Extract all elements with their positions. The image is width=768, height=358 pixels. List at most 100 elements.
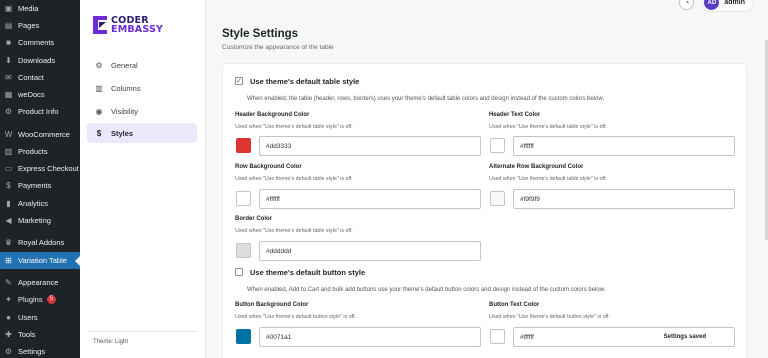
admin-menu-label: Comments [18, 38, 55, 47]
admin-menu-tools[interactable]: ✚ Tools [0, 326, 80, 343]
express-checkout-icon: ▭ [4, 163, 13, 173]
admin-menu-products[interactable]: ▥ Products [0, 143, 80, 160]
admin-menu-appearance[interactable]: ✎ Appearance [0, 274, 80, 291]
user-menu[interactable]: AD admin [702, 0, 754, 12]
admin-menu-label: Plugins [18, 295, 43, 304]
nav-item-label: Styles [111, 128, 134, 138]
admin-menu-label: Variation Table [18, 256, 67, 265]
admin-menu-label: Contact [18, 73, 44, 82]
border-color-swatch[interactable] [236, 243, 251, 258]
product-info-icon: ⚙ [4, 106, 13, 116]
admin-menu-variation-table[interactable]: ⊞ Variation Table [0, 252, 80, 269]
eye-icon: ◉ [95, 106, 103, 116]
page-title: Style Settings [222, 28, 299, 40]
button-bg-swatch[interactable] [236, 329, 251, 344]
main-content: ◔ AD admin Style Settings Customize the … [206, 0, 768, 358]
admin-menu-royal-addons[interactable]: ♛ Royal Addons [0, 234, 80, 251]
admin-menu-settings[interactable]: ⚙ Settings [0, 343, 80, 358]
nav-divider [87, 331, 197, 332]
admin-menu-wedocs[interactable]: ▦ weDocs [0, 86, 80, 103]
admin-menu-media[interactable]: ▣ Media [0, 0, 80, 17]
dollar-icon: $ [96, 128, 102, 138]
header-bg-label: Header Background Color [235, 112, 310, 118]
alt-row-bg-input[interactable]: #f9f9f9 [513, 189, 735, 209]
tools-icon: ✚ [5, 329, 12, 339]
table-style-description: When enabled, the table (header, rows, b… [247, 96, 605, 102]
admin-menu-label: weDocs [18, 90, 45, 99]
admin-menu-downloads[interactable]: ⬇ Downloads [0, 52, 80, 69]
admin-menu-plugins[interactable]: ✦ Plugins 5 [0, 291, 80, 308]
row-bg-swatch[interactable] [236, 191, 251, 206]
admin-menu-label: Media [18, 4, 39, 13]
admin-menu-product-info[interactable]: ⚙ Product Info [0, 103, 80, 120]
brand-line-2: EMBASSY [111, 24, 164, 35]
page-subtitle: Customize the appearance of the table [222, 44, 334, 51]
border-color-hint: Used when "Use theme's default table sty… [235, 228, 353, 234]
admin-sidebar: ▣ Media ▤ Pages ■ Comments ⬇ Downloads ✉ Contact ▦… [0, 0, 80, 358]
admin-menu-label: Products [18, 147, 48, 156]
nav-item-visibility[interactable]: ◉ Visibility [87, 101, 197, 121]
admin-menu-comments[interactable]: ■ Comments [0, 34, 80, 51]
admin-menu-marketing[interactable]: ◀ Marketing [0, 212, 80, 229]
table-style-label: Use theme's default table style [250, 77, 360, 86]
admin-menu-label: Marketing [18, 216, 51, 225]
wedocs-icon: ▦ [4, 89, 13, 99]
alt-row-bg-swatch[interactable] [490, 191, 505, 206]
contact-icon: ✉ [5, 72, 12, 82]
header-text-hint: Used when "Use theme's default table sty… [489, 124, 607, 130]
admin-menu-label: Appearance [18, 278, 59, 287]
admin-menu-payments[interactable]: $ Payments [0, 177, 80, 194]
nav-item-columns[interactable]: ▥ Columns [87, 78, 197, 98]
nav-item-general[interactable]: ⚙ General [87, 55, 197, 75]
comments-icon: ■ [6, 37, 11, 47]
plugin-nav-panel: CODER EMBASSY ⚙ General ▥ Columns ◉ Visibilit… [80, 0, 206, 358]
row-bg-label: Row Background Color [235, 164, 302, 170]
header-text-label: Header Text Color [489, 112, 541, 118]
button-bg-input[interactable]: #0071a1 [259, 327, 481, 347]
admin-menu-contact[interactable]: ✉ Contact [0, 69, 80, 86]
admin-menu-label: Tools [18, 330, 36, 339]
alt-row-bg-label: Alternate Row Background Color [489, 164, 584, 170]
downloads-icon: ⬇ [5, 55, 12, 65]
header-text-swatch[interactable] [490, 138, 505, 153]
button-style-description: When enabled, Add to Cart and bulk add b… [247, 287, 606, 293]
table-style-checkbox[interactable]: ✓ [235, 77, 243, 85]
header-bg-swatch[interactable] [236, 138, 251, 153]
admin-menu-label: Payments [18, 181, 52, 190]
button-text-swatch[interactable] [490, 329, 505, 344]
header-bg-input[interactable]: #dd3333 [259, 136, 481, 156]
button-text-input[interactable]: #ffffff Settings saved [513, 327, 735, 347]
avatar: AD [704, 0, 720, 10]
admin-menu-label: Royal Addons [18, 238, 65, 247]
payments-icon: $ [6, 180, 11, 190]
user-name: admin [724, 0, 745, 6]
admin-menu-label: Product Info [18, 107, 59, 116]
border-color-input[interactable]: #dddddd [259, 241, 481, 261]
button-style-checkbox[interactable] [235, 268, 243, 276]
scrollbar[interactable] [764, 0, 768, 358]
nav-item-styles[interactable]: $ Styles [87, 123, 197, 143]
row-bg-hint: Used when "Use theme's default table sty… [235, 176, 353, 182]
brand-logo-icon [93, 16, 107, 34]
nav-item-label: Columns [111, 83, 141, 93]
user-toolbar: ◔ AD admin [679, 0, 754, 12]
header-text-input[interactable]: #ffffff [513, 136, 735, 156]
button-bg-label: Button Background Color [235, 302, 309, 308]
alt-row-bg-hint: Used when "Use theme's default table sty… [489, 176, 607, 182]
admin-menu-label: Downloads [18, 56, 56, 65]
notification-icon[interactable]: ◔ [679, 0, 695, 10]
admin-menu-express-checkout[interactable]: ▭ Express Checkout [0, 160, 80, 177]
admin-menu-woocommerce[interactable]: W WooCommerce [0, 126, 80, 143]
row-bg-input[interactable]: #ffffff [259, 189, 481, 209]
admin-menu-pages[interactable]: ▤ Pages [0, 17, 80, 34]
users-icon: ● [6, 312, 11, 322]
plugins-icon: ✦ [5, 294, 12, 304]
products-icon: ▥ [4, 146, 13, 156]
settings-saved-toast: Settings saved [663, 334, 706, 340]
columns-icon: ▥ [95, 83, 103, 93]
header-bg-hint: Used when "Use theme's default table sty… [235, 124, 353, 130]
admin-menu-analytics[interactable]: ▮ Analytics [0, 195, 80, 212]
admin-menu-users[interactable]: ● Users [0, 309, 80, 326]
analytics-icon: ▮ [6, 198, 11, 208]
border-color-label: Border Color [235, 216, 273, 222]
